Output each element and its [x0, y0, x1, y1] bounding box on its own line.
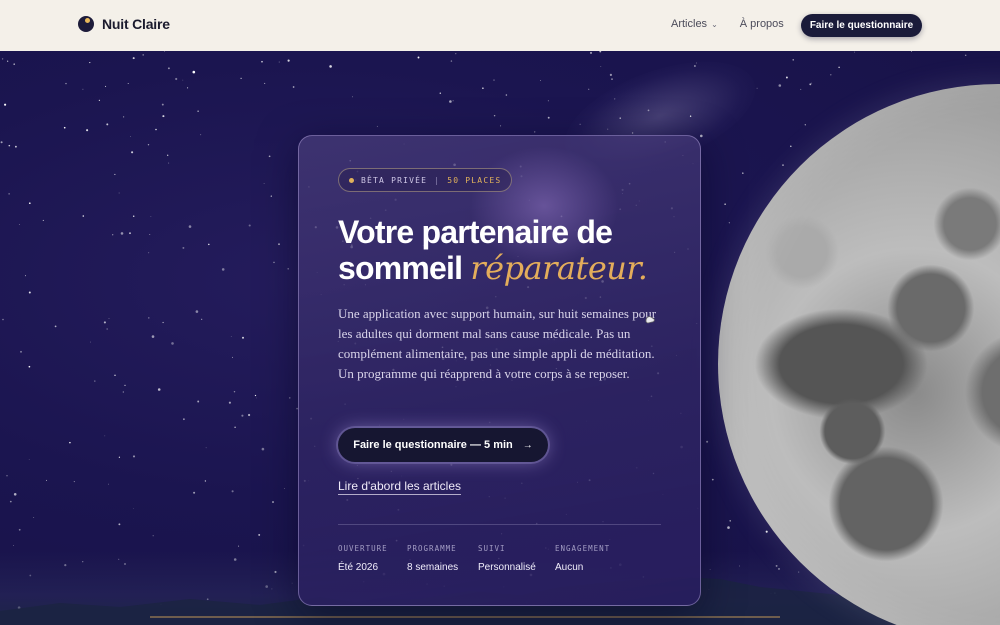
stats-row: OUVERTURE Été 2026 PROGRAMME 8 semaines …: [338, 544, 625, 573]
read-articles-link[interactable]: Lire d'abord les articles: [338, 479, 462, 495]
hero-description: Une application avec support humain, sur…: [338, 306, 657, 381]
hero-section: BÊTA PRIVÉE | 50 PLACES Votre partenaire…: [0, 51, 1000, 625]
top-nav: Nuit Claire Articles ⌄ À propos Faire le…: [0, 0, 1000, 51]
moon-logo-icon: [78, 16, 94, 32]
stat-programme: PROGRAMME 8 semaines: [407, 544, 478, 573]
stat-ouverture: OUVERTURE Été 2026: [338, 544, 407, 573]
badge-separator: |: [434, 175, 441, 185]
stat-value: Aucun: [555, 562, 584, 573]
beta-badge: BÊTA PRIVÉE | 50 PLACES: [338, 168, 513, 192]
stat-label: SUIVI: [478, 544, 506, 553]
nav-item-label: Articles: [671, 18, 708, 30]
brand[interactable]: Nuit Claire: [78, 16, 170, 32]
questionnaire-button[interactable]: Faire le questionnaire — 5 min →: [338, 428, 548, 462]
hero-title-line1: Votre partenaire de: [338, 214, 613, 250]
badge-places: 50 PLACES: [447, 175, 502, 185]
stat-label: PROGRAMME: [407, 544, 457, 553]
nav-item-a-propos[interactable]: À propos: [740, 18, 784, 30]
chevron-down-icon: ⌄: [711, 19, 718, 29]
arrow-right-icon: →: [522, 439, 533, 451]
questionnaire-button-label: Faire le questionnaire — 5 min: [353, 439, 513, 451]
nav-questionnaire-button[interactable]: Faire le questionnaire: [801, 14, 922, 37]
hero-title-accent: réparateur.: [470, 249, 648, 287]
stat-value: Été 2026: [338, 562, 379, 573]
badge-label: BÊTA PRIVÉE: [361, 175, 428, 185]
nav-item-label: À propos: [739, 18, 784, 30]
divider: [338, 524, 661, 525]
status-dot-icon: [349, 177, 354, 183]
stat-label: OUVERTURE: [338, 544, 388, 553]
stat-engagement: ENGAGEMENT Aucun: [555, 544, 625, 573]
hero-card: BÊTA PRIVÉE | 50 PLACES Votre partenaire…: [298, 135, 701, 606]
nav-links: Articles ⌄ À propos: [671, 18, 784, 30]
stat-value: Personnalisé: [478, 562, 536, 573]
stat-label: ENGAGEMENT: [555, 544, 611, 553]
hero-title: Votre partenaire de sommeil réparateur.: [338, 214, 678, 286]
cursor-icon: [645, 316, 655, 324]
nav-item-articles[interactable]: Articles ⌄: [671, 18, 718, 30]
brand-name: Nuit Claire: [102, 16, 170, 32]
stat-value: 8 semaines: [407, 562, 459, 573]
stat-suivi: SUIVI Personnalisé: [478, 544, 555, 573]
hero-title-line2: sommeil: [338, 250, 471, 286]
